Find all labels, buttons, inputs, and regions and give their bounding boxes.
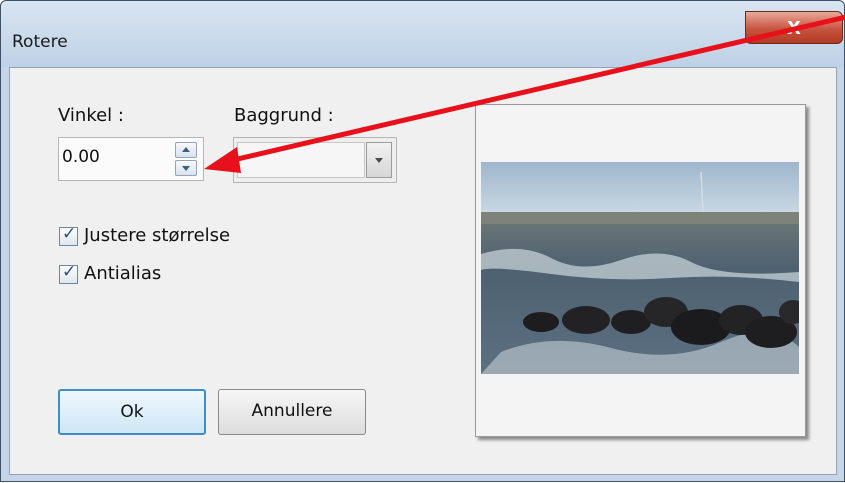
spin-up-icon <box>182 147 190 152</box>
checkmark-icon: ✓ <box>62 224 77 244</box>
background-label: Baggrund : <box>234 105 334 126</box>
resize-checkbox[interactable]: ✓ <box>59 224 78 246</box>
close-icon: X <box>787 18 801 39</box>
preview-photo <box>481 162 799 374</box>
cancel-button[interactable]: Annullere <box>218 389 366 435</box>
ok-button[interactable]: Ok <box>58 389 206 435</box>
rotate-dialog: Rotere X Vinkel : Baggrund : ✓ Justere s… <box>0 0 845 482</box>
angle-input[interactable] <box>62 143 162 171</box>
angle-label: Vinkel : <box>58 105 124 126</box>
antialias-label: Antialias <box>84 263 162 284</box>
sea-photo-image <box>481 162 799 374</box>
angle-spinbox[interactable] <box>58 137 204 181</box>
rotation-preview <box>475 104 806 437</box>
chevron-down-icon <box>375 158 383 163</box>
spin-up-button[interactable] <box>175 142 197 158</box>
close-button[interactable]: X <box>745 11 843 44</box>
resize-label: Justere størrelse <box>84 225 231 246</box>
antialias-checkbox[interactable]: ✓ <box>59 262 78 284</box>
background-dropdown[interactable] <box>233 137 397 183</box>
dialog-title: Rotere <box>12 32 68 52</box>
spin-down-icon <box>182 166 190 171</box>
title-bar[interactable]: Rotere X <box>1 1 844 67</box>
background-color-swatch[interactable] <box>237 142 365 178</box>
spin-down-button[interactable] <box>175 160 197 176</box>
dropdown-button[interactable] <box>366 142 392 178</box>
checkmark-icon: ✓ <box>62 262 77 282</box>
